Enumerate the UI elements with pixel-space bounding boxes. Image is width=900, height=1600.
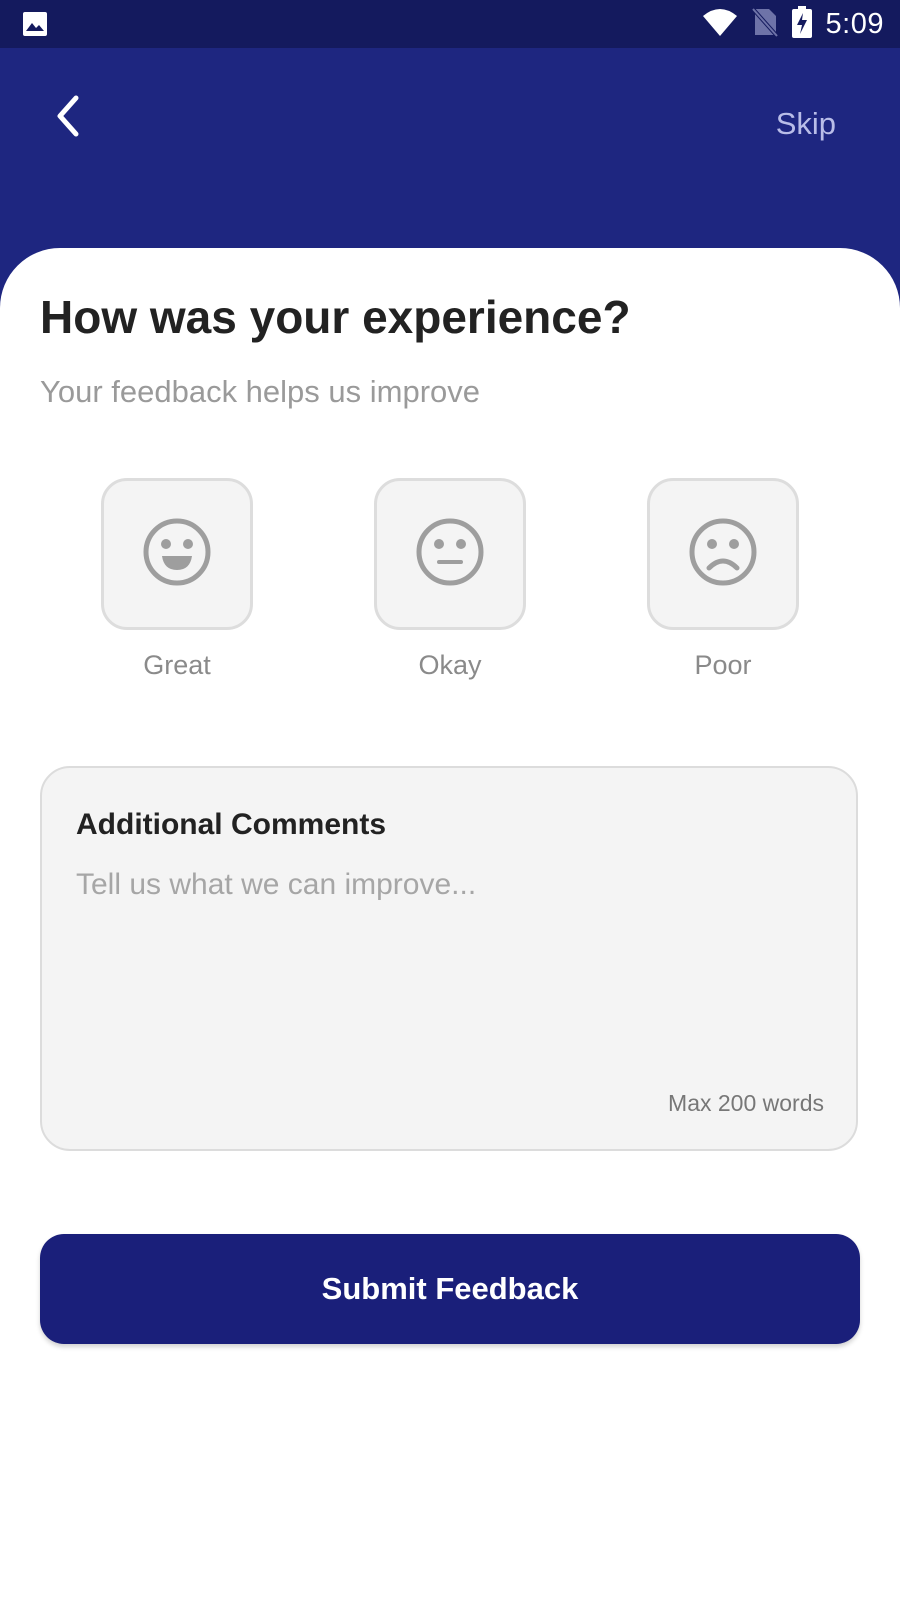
rating-label-okay: Okay bbox=[418, 650, 482, 680]
status-icons: 5:09 bbox=[702, 0, 884, 48]
rating-button-poor[interactable] bbox=[647, 478, 799, 630]
image-icon bbox=[22, 11, 48, 37]
wifi-icon bbox=[702, 7, 738, 42]
rating-option-poor[interactable]: Poor bbox=[647, 478, 799, 681]
rating-label-poor: Poor bbox=[694, 650, 752, 680]
rating-button-great[interactable] bbox=[101, 478, 253, 630]
sad-face-icon bbox=[687, 516, 759, 593]
chevron-left-icon bbox=[52, 94, 84, 143]
rating-button-okay[interactable] bbox=[374, 478, 526, 630]
page-subtitle: Your feedback helps us improve bbox=[40, 374, 481, 409]
comments-input[interactable] bbox=[76, 868, 816, 1028]
page-title: How was your experience? bbox=[40, 291, 631, 343]
rating-option-great[interactable]: Great bbox=[101, 478, 253, 681]
status-time: 5:09 bbox=[825, 7, 884, 40]
happy-face-icon bbox=[141, 516, 213, 593]
back-button[interactable] bbox=[40, 90, 96, 146]
comments-title: Additional Comments bbox=[76, 808, 387, 841]
status-bar: 5:09 bbox=[0, 0, 900, 48]
max-words-hint: Max 200 words bbox=[668, 1090, 824, 1116]
comments-card: Additional Comments Max 200 words bbox=[40, 766, 858, 1151]
skip-button[interactable]: Skip bbox=[776, 106, 836, 142]
neutral-face-icon bbox=[414, 516, 486, 593]
submit-feedback-button[interactable]: Submit Feedback bbox=[40, 1234, 860, 1344]
rating-option-okay[interactable]: Okay bbox=[374, 478, 526, 681]
submit-feedback-label: Submit Feedback bbox=[321, 1271, 579, 1306]
rating-label-great: Great bbox=[143, 650, 211, 680]
battery-charging-icon bbox=[791, 5, 812, 43]
no-sim-icon bbox=[751, 7, 779, 42]
